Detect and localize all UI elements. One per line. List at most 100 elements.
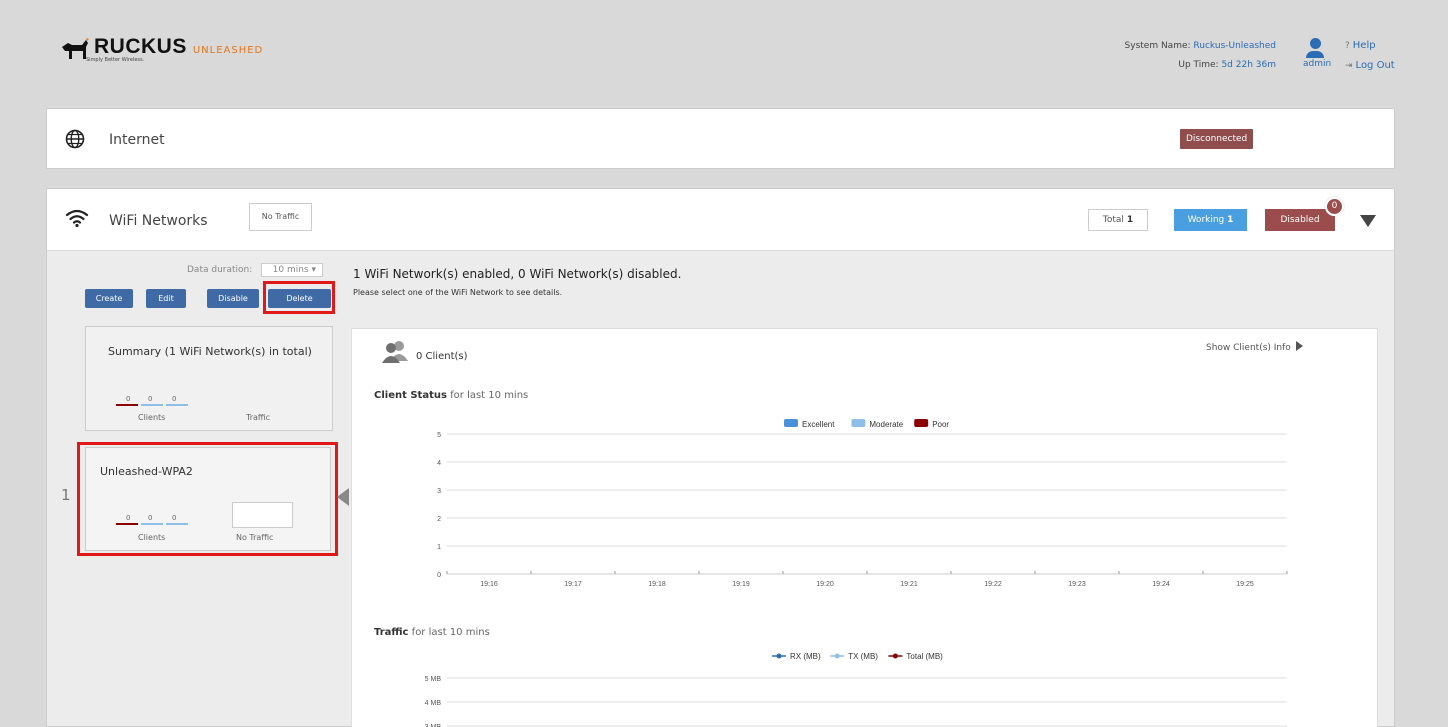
help-link[interactable]: ? Help [1345, 36, 1395, 56]
collapse-arrow-icon[interactable] [1360, 215, 1376, 227]
traffic-chart: RX (MB)TX (MB)Total (MB)3 MB4 MB5 MB [425, 652, 1287, 727]
selected-index: 1 [61, 486, 71, 504]
total-filter-button[interactable]: Total 1 [1088, 209, 1148, 231]
internet-panel[interactable]: Internet Disconnected [46, 108, 1395, 169]
user-menu[interactable]: admin [1303, 38, 1332, 69]
wifi-panel-header[interactable]: WiFi Networks No Traffic Total 1 Working… [47, 189, 1394, 251]
summary-count-2: 0 [148, 395, 153, 403]
internet-status-badge: Disconnected [1180, 129, 1254, 149]
disable-button[interactable]: Disable [207, 289, 259, 308]
x-tick-label: 19:19 [732, 581, 750, 588]
system-name-value: Ruckus-Unleashed [1193, 41, 1276, 51]
disabled-count-badge: 0 [1325, 197, 1344, 216]
total-count: 1 [1126, 215, 1134, 225]
create-button[interactable]: Create [85, 289, 133, 308]
help-label: Help [1352, 40, 1376, 51]
summary-clients-label: Clients [138, 413, 166, 422]
legend-swatch-poor [914, 419, 929, 427]
user-name: admin [1303, 59, 1332, 69]
logout-link[interactable]: ⇥ Log Out [1345, 56, 1395, 76]
system-name-label: System Name: [1124, 41, 1191, 51]
product-name: UNLEASHED [192, 45, 264, 56]
edit-button[interactable]: Edit [146, 289, 186, 308]
working-filter-button[interactable]: Working 1 [1174, 209, 1247, 231]
delete-highlight [263, 281, 335, 314]
data-duration-label: Data duration: [187, 265, 253, 275]
brand-name: RUCKUS [94, 35, 187, 58]
network-status-line: 1 WiFi Network(s) enabled, 0 WiFi Networ… [353, 267, 682, 281]
summary-count-3: 0 [172, 395, 177, 403]
legend-label-excellent: Excellent [802, 420, 835, 429]
legend-swatch-excellent [784, 419, 798, 427]
disabled-label: Disabled [1280, 215, 1320, 225]
chevron-right-icon [1295, 341, 1303, 351]
header: RUCKUS Simply Better Wireless. UNLEASHED… [0, 0, 1436, 100]
summary-count-1: 0 [126, 395, 131, 403]
summary-poor-bar [116, 404, 138, 406]
legend-marker-rx [776, 653, 782, 659]
y-tick-label: 5 MB [425, 676, 442, 683]
data-duration-select[interactable]: 10 mins ▾ [261, 263, 323, 277]
user-avatar-body [1306, 51, 1324, 58]
x-tick-label: 19:16 [480, 581, 498, 588]
x-tick-label: 19:17 [564, 581, 582, 588]
summary-card[interactable]: Summary (1 WiFi Network(s) in total) 0 0… [85, 326, 333, 431]
x-tick-label: 19:20 [816, 581, 834, 588]
legend-label-total: Total (MB) [906, 652, 943, 661]
legend-label-poor: Poor [932, 420, 949, 429]
working-label: Working [1187, 215, 1225, 225]
logout-label: Log Out [1355, 60, 1395, 71]
x-tick-label: 19:18 [648, 581, 666, 588]
wifi-traffic-badge: No Traffic [249, 203, 312, 231]
legend-marker-total [892, 653, 898, 659]
uptime-value: 5d 22h 36m [1221, 60, 1276, 70]
legend-swatch-moderate [851, 419, 866, 427]
ruckus-logo[interactable]: RUCKUS Simply Better Wireless. UNLEASHED [60, 35, 264, 63]
y-tick-label: 5 [437, 432, 441, 439]
logout-icon: ⇥ [1345, 61, 1353, 71]
data-duration-value: 10 mins [272, 265, 309, 275]
x-tick-label: 19:22 [984, 581, 1002, 588]
show-client-info-link[interactable]: Show Client(s) Info [1206, 341, 1303, 353]
wifi-icon [65, 209, 89, 228]
y-tick-label: 2 [437, 516, 441, 523]
disabled-filter-button[interactable]: Disabled [1265, 209, 1335, 231]
clients-count: 0 Client(s) [416, 351, 468, 362]
user-avatar-icon [1309, 38, 1321, 49]
wifi-networks-panel: WiFi Networks No Traffic Total 1 Working… [46, 188, 1395, 727]
network-card-highlight [77, 442, 338, 556]
y-tick-label: 0 [437, 572, 441, 579]
internet-title: Internet [109, 132, 165, 148]
y-tick-label: 4 [437, 460, 441, 467]
legend-marker-tx [834, 653, 840, 659]
x-tick-label: 19:21 [900, 581, 918, 588]
uptime-label: Up Time: [1178, 60, 1219, 70]
summary-traffic-label: Traffic [246, 413, 271, 422]
help-icon: ? [1345, 41, 1350, 51]
system-info: System Name: Ruckus-Unleashed Up Time: 5… [1125, 37, 1276, 75]
clients-icon [382, 341, 408, 363]
summary-moderate-bar [141, 404, 163, 406]
legend-label-rx: RX (MB) [790, 652, 821, 661]
x-tick-label: 19:25 [1236, 581, 1254, 588]
globe-icon [65, 129, 85, 149]
client-status-heading: Client Status for last 10 mins [374, 390, 528, 401]
header-links: ? Help ⇥ Log Out [1345, 36, 1395, 76]
network-hint: Please select one of the WiFi Network to… [353, 288, 563, 297]
total-label: Total [1102, 215, 1124, 225]
show-client-info-label: Show Client(s) Info [1206, 343, 1291, 353]
y-tick-label: 1 [437, 544, 441, 551]
y-tick-label: 3 [437, 488, 441, 495]
summary-excellent-bar [166, 404, 188, 406]
y-tick-label: 4 MB [425, 700, 442, 707]
client-status-title: Client Status [374, 390, 447, 401]
client-status-chart: Excellent Moderate Poor 0 1 2 3 4 5 19:16 19:17 19:… [437, 419, 1288, 588]
wifi-title: WiFi Networks [109, 213, 208, 229]
x-tick-label: 19:23 [1068, 581, 1086, 588]
working-count: 1 [1227, 215, 1234, 225]
summary-title: Summary (1 WiFi Network(s) in total) [108, 345, 312, 358]
brand-tagline: Simply Better Wireless. [86, 57, 145, 63]
network-details-panel: 0 Client(s) Show Client(s) Info Client S… [351, 328, 1378, 727]
legend-label-moderate: Moderate [869, 420, 903, 429]
client-status-subtitle: for last 10 mins [450, 390, 529, 401]
